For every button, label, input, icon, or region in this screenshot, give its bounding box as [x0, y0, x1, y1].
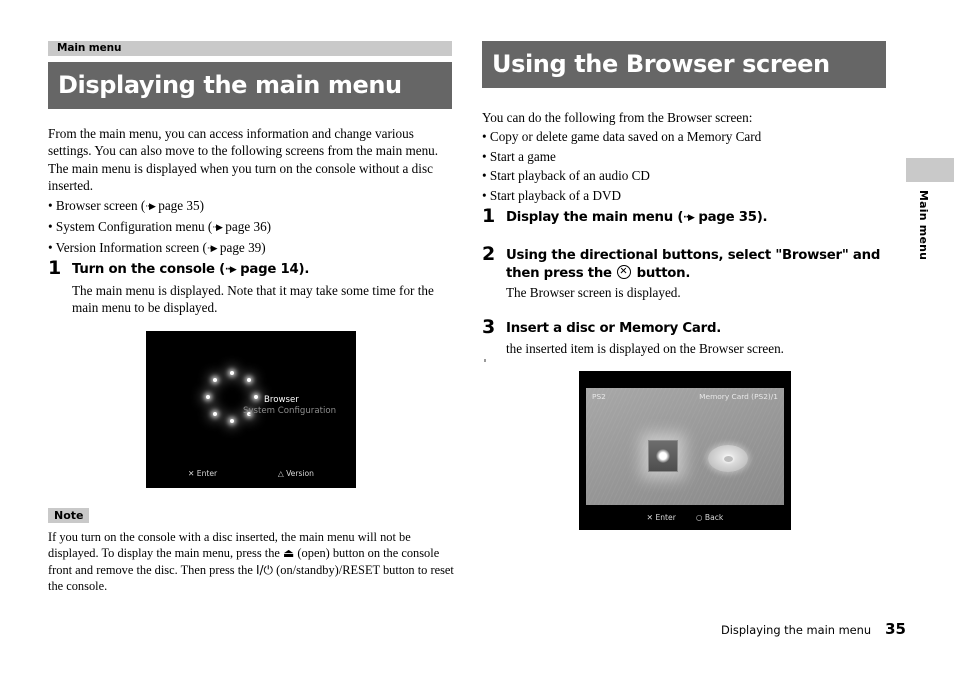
power-icon: I/⏻ — [255, 562, 274, 577]
list-item: • Start playback of an audio CD — [482, 168, 650, 184]
right-step-1: 1 Display the main menu (··▶ page 35). — [482, 205, 886, 228]
step-heading: Display the main menu (··▶ page 35). — [506, 210, 768, 225]
step-heading: Turn on the console (··▶ page 14). — [72, 262, 310, 277]
step-number: 1 — [48, 257, 62, 279]
button-hints: ✕ Enter △ Version — [146, 469, 356, 478]
step-number: 3 — [482, 316, 496, 338]
browser-label-memory-card: Memory Card (PS2)/1 — [699, 392, 778, 401]
left-intro-paragraph: From the main menu, you can access infor… — [48, 126, 439, 194]
xref-arrow-icon: ··▶ — [225, 265, 237, 275]
screenshot-browser: PS2 Memory Card (PS2)/1 ✕ Enter ○ Back — [579, 371, 791, 530]
section-eyebrow-main-menu: Main menu — [48, 41, 452, 56]
list-item: • Start playback of a DVD — [482, 187, 622, 203]
page-number: 35 — [885, 620, 906, 638]
page-footer: Displaying the main menu 35 — [721, 620, 906, 638]
note-text: If you turn on the console with a disc i… — [48, 530, 454, 594]
list-item: • Browser screen (··▶ page 35) — [48, 198, 204, 213]
step-heading: Using the directional buttons, select "B… — [506, 248, 881, 281]
menu-item-browser[interactable]: Browser — [264, 395, 299, 405]
left-bullet-list: • Browser screen (··▶ page 35) • System … — [48, 196, 452, 259]
step-number: 2 — [482, 243, 496, 265]
cross-button-icon — [617, 264, 632, 279]
step-body: The Browser screen is displayed. — [506, 285, 681, 300]
list-item: • Copy or delete game data saved on a Me… — [482, 129, 762, 144]
hint-enter: ✕ Enter — [188, 469, 218, 478]
xref-arrow-icon: ··▶ — [206, 244, 218, 254]
list-item: • System Configuration menu (··▶ page 36… — [48, 219, 272, 234]
scan-artifact — [484, 359, 486, 362]
browser-label-ps2: PS2 — [592, 392, 606, 401]
step-body: the inserted item is displayed on the Br… — [506, 340, 784, 356]
running-head: Displaying the main menu — [720, 623, 872, 637]
list-item: • Version Information screen (··▶ page 3… — [48, 240, 266, 255]
xref-arrow-icon: ··▶ — [145, 202, 156, 212]
loading-ring-icon — [204, 371, 260, 427]
page-title-displaying-main-menu: Displaying the main menu — [48, 62, 452, 109]
right-step-2: 2 Using the directional buttons, select … — [482, 243, 886, 301]
screenshot-main-menu: Browser System Configuration ✕ Enter △ V… — [146, 331, 356, 488]
right-bullet-list: • Copy or delete game data saved on a Me… — [482, 127, 886, 205]
right-step-3: 3 Insert a disc or Memory Card. the inse… — [482, 316, 886, 357]
menu-item-system-configuration[interactable]: System Configuration — [243, 406, 336, 416]
hint-enter: ✕ Enter — [646, 513, 676, 522]
left-step-1: 1 Turn on the console (··▶ page 14). The… — [48, 257, 452, 316]
list-item: • Start a game — [482, 148, 556, 164]
memory-card-icon[interactable] — [648, 440, 678, 472]
button-hints: ✕ Enter ○ Back — [579, 513, 791, 522]
xref-arrow-icon: ··▶ — [212, 223, 223, 233]
side-tab-block — [906, 158, 954, 182]
hint-back: ○ Back — [695, 513, 724, 522]
browser-panel: PS2 Memory Card (PS2)/1 — [586, 388, 784, 505]
page-title-using-browser-screen: Using the Browser screen — [482, 41, 886, 88]
step-heading: Insert a disc or Memory Card. — [506, 321, 722, 336]
eject-icon: ⏏ — [282, 546, 295, 561]
right-intro-paragraph: You can do the following from the Browse… — [482, 110, 753, 125]
xref-arrow-icon: ··▶ — [683, 213, 695, 223]
note-badge: Note — [48, 508, 90, 523]
disc-icon[interactable] — [708, 445, 748, 472]
side-tab-label: Main menu — [917, 190, 930, 261]
step-body: The main menu is displayed. Note that it… — [72, 282, 434, 315]
step-number: 1 — [482, 205, 496, 227]
hint-version: △ Version — [277, 469, 314, 478]
